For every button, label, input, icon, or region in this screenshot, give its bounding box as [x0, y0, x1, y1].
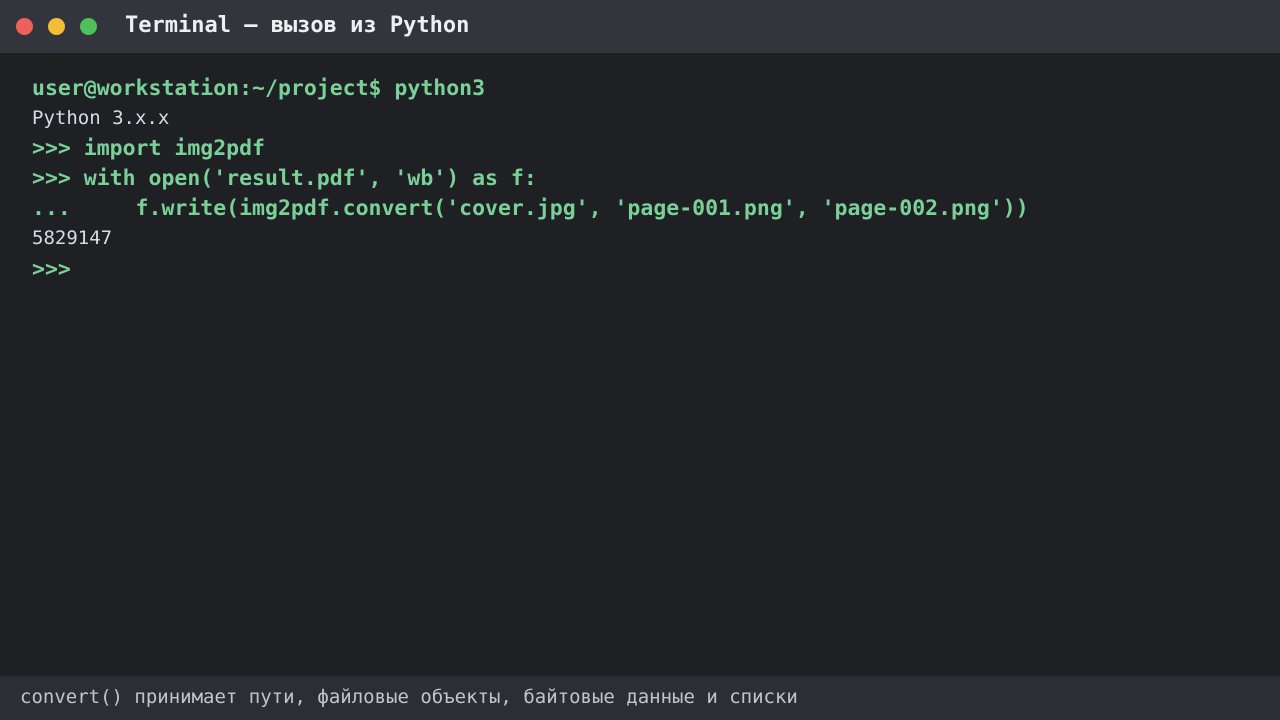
terminal-line-output: Python 3.x.x	[32, 107, 170, 129]
maximize-window-button[interactable]	[80, 18, 97, 35]
terminal-line-python-continuation: ... f.write(img2pdf.convert('cover.jpg',…	[32, 196, 1029, 221]
terminal-line-current-prompt[interactable]: >>>	[32, 257, 71, 282]
terminal-line-python-command: >>> with open('result.pdf', 'wb') as f:	[32, 166, 537, 191]
close-window-button[interactable]	[16, 18, 33, 35]
terminal-line-python-command: >>> import img2pdf	[32, 136, 265, 161]
title-bar: Terminal — вызов из Python	[0, 0, 1280, 53]
terminal-line-shell-command: user@workstation:~/project$ python3	[32, 76, 486, 101]
status-bar: convert() принимает пути, файловые объек…	[0, 676, 1280, 720]
minimize-window-button[interactable]	[48, 18, 65, 35]
terminal-window: Terminal — вызов из Python user@workstat…	[0, 0, 1280, 720]
status-bar-text: convert() принимает пути, файловые объек…	[20, 686, 798, 708]
terminal-line-output: 5829147	[32, 227, 113, 249]
window-title: Terminal — вызов из Python	[125, 13, 470, 38]
